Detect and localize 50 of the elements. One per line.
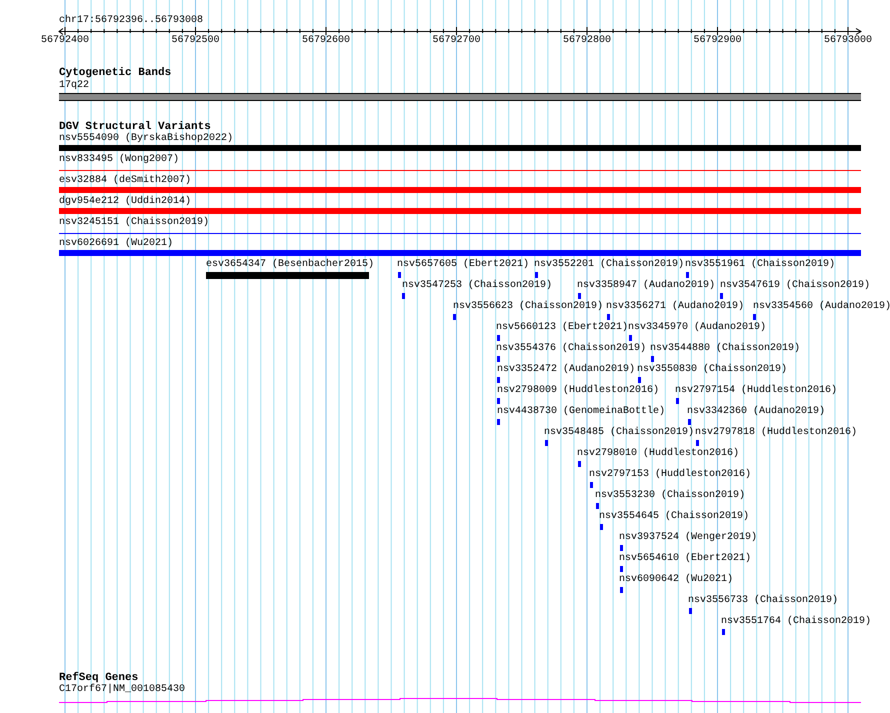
variant-label: nsv6026691 (Wu2021) — [59, 238, 174, 250]
feature-label: nsv3345970 (Audano2019) — [628, 322, 766, 334]
feature-label: esv3654347 (Besenbacher2015) — [206, 259, 374, 271]
feature-label: nsv6090642 (Wu2021) — [619, 574, 734, 586]
gene-label: C17orf67|NM_001085430 — [59, 684, 186, 696]
feature-label: nsv3342360 (Audano2019) — [687, 406, 826, 418]
feature-label: nsv5657605 (Ebert2021) — [397, 259, 530, 271]
feature-label: nsv5660123 (Ebert2021) — [496, 322, 628, 334]
band-label: 17q22 — [59, 80, 90, 92]
track-title: Cytogenetic Bands — [59, 67, 172, 79]
feature-label: nsv2797818 (Huddleston2016) — [695, 427, 858, 439]
track-title: RefSeq Genes — [59, 672, 138, 684]
feature-label: nsv3554376 (Chaisson2019) — [496, 343, 646, 355]
feature-label: nsv3552201 (Chaisson2019) — [534, 259, 684, 271]
variant-label: nsv833495 (Wong2007) — [59, 154, 180, 166]
ruler-label: chr17:56792396..56793008 — [59, 15, 204, 27]
feature-label: nsv4438730 (GenomeinaBottle) — [497, 406, 666, 418]
tick-label: 56792500 — [172, 35, 220, 47]
track-title: DGV Structural Variants — [59, 121, 211, 133]
feature-label: nsv3354560 (Audano2019) — [753, 301, 890, 313]
feature-label: nsv3556623 (Chaisson2019) — [453, 301, 604, 313]
tick-label: 56792700 — [432, 35, 480, 47]
feature-label: nsv2797153 (Huddleston2016) — [589, 469, 752, 481]
feature-label: nsv3547619 (Chaisson2019) — [720, 280, 870, 292]
feature-label: nsv3550830 (Chaisson2019) — [637, 364, 788, 376]
feature-label: nsv3544880 (Chaisson2019) — [650, 343, 800, 355]
feature-label: nsv3551961 (Chaisson2019) — [685, 259, 836, 271]
feature-label: nsv3553230 (Chaisson2019) — [595, 490, 746, 502]
feature-label: nsv3548485 (Chaisson2019) — [544, 427, 694, 439]
feature-label: nsv3551764 (Chaisson2019) — [721, 616, 872, 628]
tick-label: 56793000 — [824, 35, 872, 47]
feature-label: nsv2797154 (Huddleston2016) — [675, 385, 838, 397]
feature-label: nsv3554645 (Chaisson2019) — [599, 511, 750, 523]
feature-label: nsv3352472 (Audano2019) — [497, 364, 636, 376]
feature-label: nsv3358947 (Audano2019) — [577, 280, 716, 292]
variant-label: nsv5554090 (ByrskaBishop2022) — [59, 133, 234, 145]
tick-label: 56792900 — [694, 35, 742, 47]
variant-label: esv32884 (deSmith2007) — [59, 175, 192, 187]
feature-label: nsv2798009 (Huddleston2016) — [497, 385, 660, 397]
feature-label: nsv3356271 (Audano2019) — [606, 301, 744, 313]
feature-label: nsv3937524 (Wenger2019) — [619, 532, 758, 544]
tick-label: 56792400 — [41, 35, 89, 47]
variant-label: nsv3245151 (Chaisson2019) — [59, 217, 210, 229]
tick-label: 56792600 — [302, 35, 350, 47]
variant-label: dgv954e212 (Uddin2014) — [59, 196, 192, 208]
feature-label: nsv5654610 (Ebert2021) — [619, 553, 752, 565]
feature-label: nsv2798010 (Huddleston2016) — [577, 448, 740, 460]
feature-label: nsv3547253 (Chaisson2019) — [402, 280, 552, 292]
tick-label: 56792800 — [563, 35, 611, 47]
feature-label: nsv3556733 (Chaisson2019) — [688, 595, 838, 607]
